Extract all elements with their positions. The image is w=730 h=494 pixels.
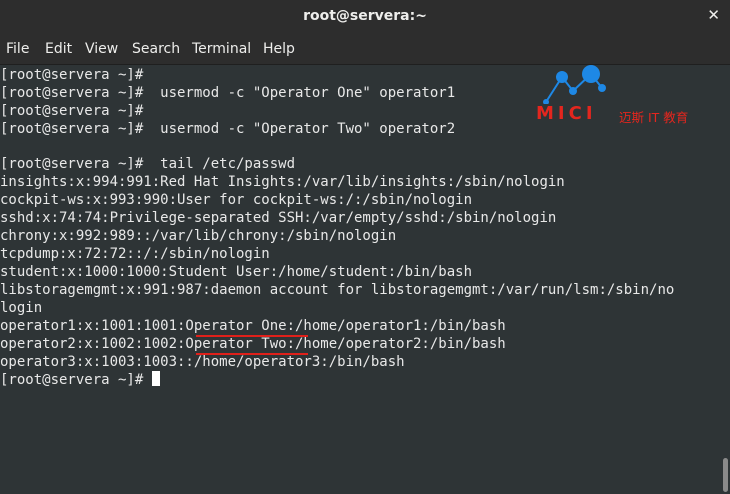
terminal-line: login bbox=[0, 300, 43, 316]
watermark-logo: MICI 迈斯 IT 教育 bbox=[533, 64, 713, 125]
terminal-line: operator3:x:1003:1003::/home/operator3:/… bbox=[0, 354, 405, 370]
terminal-line: [root@servera ~]# bbox=[0, 103, 144, 119]
menu-edit[interactable]: Edit bbox=[45, 41, 72, 57]
terminal-line: [root@servera ~]# bbox=[0, 67, 144, 83]
terminal-line: operator1:x:1001:1001:Operator One:/home… bbox=[0, 318, 506, 334]
terminal-line: operator2:x:1002:1002:Operator Two:/home… bbox=[0, 336, 506, 352]
terminal-line: cockpit-ws:x:993:990:User for cockpit-ws… bbox=[0, 192, 473, 208]
terminal-line: [root@servera ~]# usermod -c "Operator T… bbox=[0, 121, 456, 137]
title-bar: root@servera:~ ✕ bbox=[0, 0, 730, 34]
terminal-line: tcpdump:x:72:72::/:/sbin/nologin bbox=[0, 246, 270, 262]
highlight-underline bbox=[196, 335, 308, 337]
terminal-line: [root@servera ~]# tail /etc/passwd bbox=[0, 156, 296, 172]
window-title: root@servera:~ bbox=[303, 8, 427, 24]
terminal-line: sshd:x:74:74:Privilege-separated SSH:/va… bbox=[0, 210, 557, 226]
logo-brand: MICI bbox=[536, 103, 597, 124]
menu-file[interactable]: File bbox=[6, 41, 29, 57]
scrollbar[interactable] bbox=[720, 65, 730, 494]
logo-subtitle: 迈斯 IT 教育 bbox=[619, 110, 689, 125]
text-cursor bbox=[151, 371, 160, 386]
terminal-prompt: [root@servera ~]# bbox=[0, 372, 152, 388]
terminal-output[interactable]: [root@servera ~]# [root@servera ~]# user… bbox=[0, 65, 720, 494]
network-nodes-icon bbox=[543, 65, 606, 104]
menu-search[interactable]: Search bbox=[132, 41, 180, 57]
highlight-underline bbox=[196, 353, 308, 355]
menu-view[interactable]: View bbox=[85, 41, 118, 57]
terminal-line: libstoragemgmt:x:991:987:daemon account … bbox=[0, 282, 675, 298]
scrollbar-thumb[interactable] bbox=[723, 458, 728, 492]
terminal-line: insights:x:994:991:Red Hat Insights:/var… bbox=[0, 174, 565, 190]
menu-bar: File Edit View Search Terminal Help bbox=[0, 34, 730, 65]
terminal-line: [root@servera ~]# usermod -c "Operator O… bbox=[0, 85, 456, 101]
terminal-prompt-line: [root@servera ~]# bbox=[0, 371, 160, 389]
close-icon[interactable]: ✕ bbox=[707, 6, 720, 24]
terminal-line: student:x:1000:1000:Student User:/home/s… bbox=[0, 264, 473, 280]
menu-help[interactable]: Help bbox=[263, 41, 295, 57]
terminal-line: chrony:x:992:989::/var/lib/chrony:/sbin/… bbox=[0, 228, 397, 244]
menu-terminal[interactable]: Terminal bbox=[192, 41, 251, 57]
